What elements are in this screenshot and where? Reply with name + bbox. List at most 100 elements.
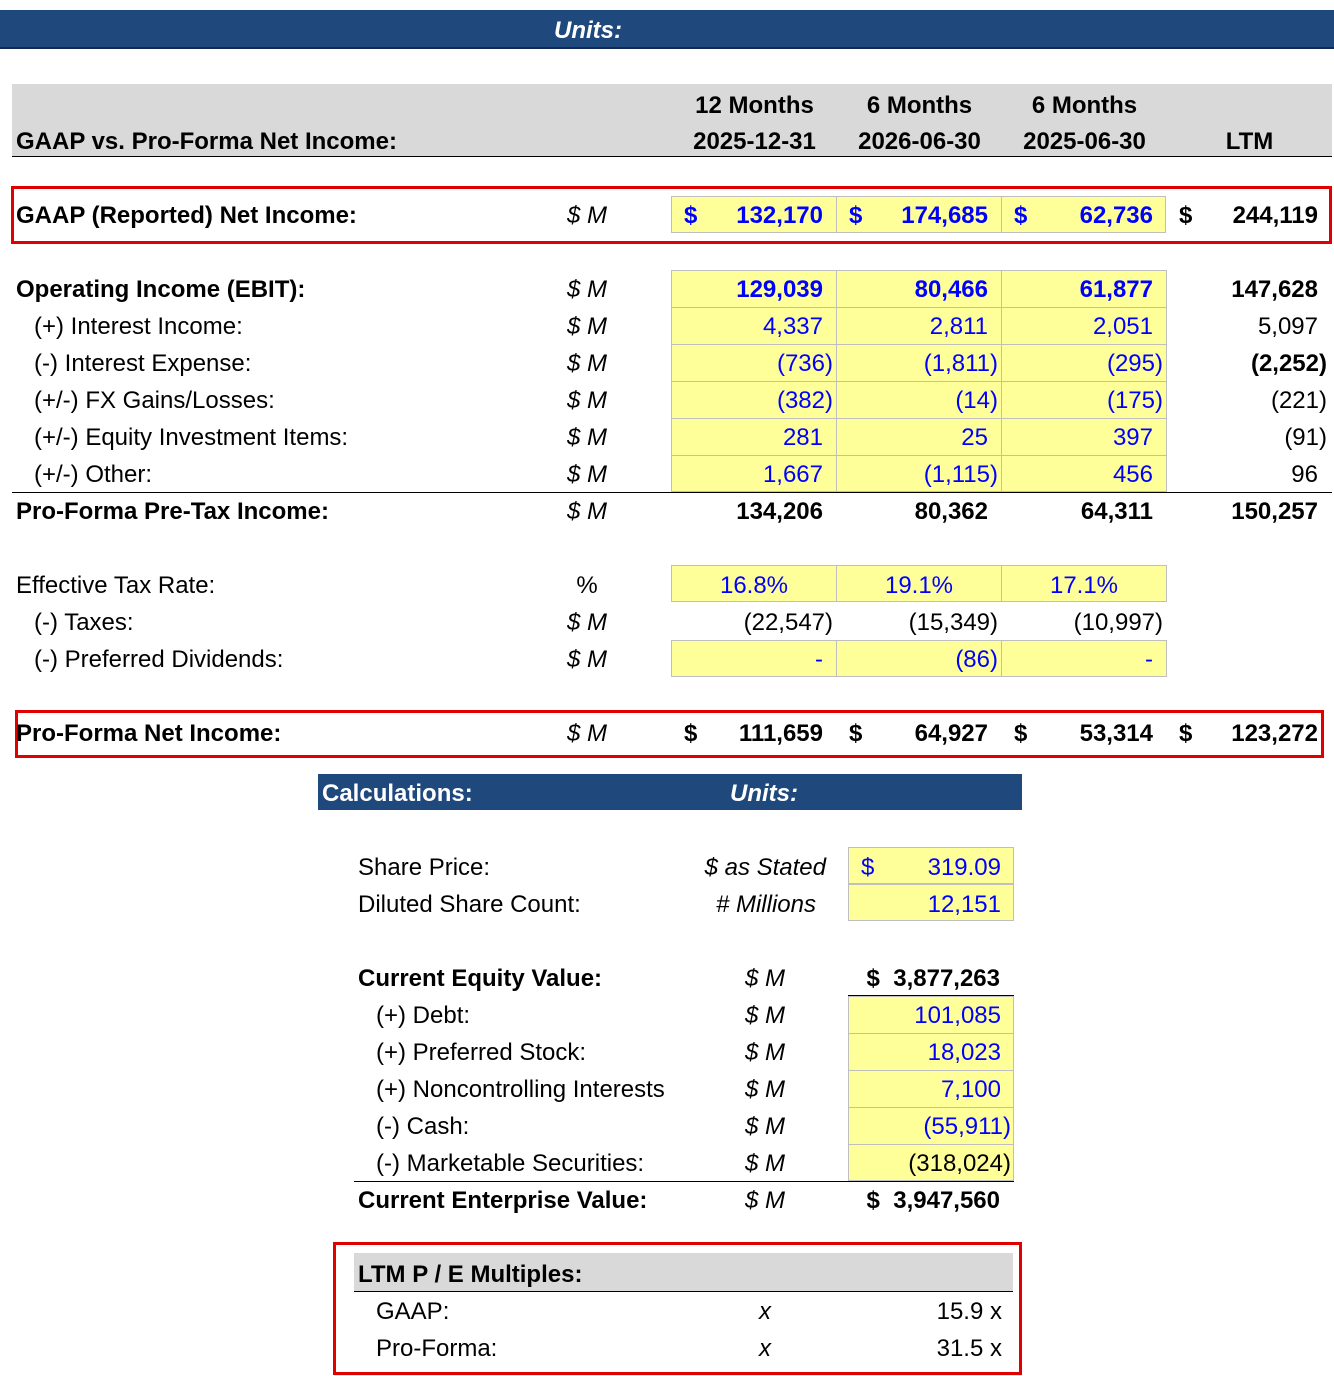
ebit-col2[interactable]: 80,466 <box>838 276 988 304</box>
equity-value-unit: $ M <box>744 965 785 992</box>
cell-divider <box>836 196 837 233</box>
interest-expense-col3[interactable]: (295) <box>1013 350 1163 378</box>
pref-div-label: (-) Preferred Dividends: <box>34 646 284 673</box>
top-banner-units-label: Units: <box>554 17 622 44</box>
gaap-ni-col1[interactable]: 132,170 <box>673 202 823 230</box>
proforma-ni-label: Pro-Forma Net Income: <box>16 720 282 747</box>
other-col1[interactable]: 1,667 <box>673 461 823 489</box>
preferred-stock-value[interactable]: 18,023 <box>846 1039 1001 1067</box>
share-count-value[interactable]: 12,151 <box>846 891 1001 919</box>
ebit-col3[interactable]: 61,877 <box>1003 276 1153 304</box>
preferred-stock-unit: $ M <box>744 1039 785 1066</box>
ebit-unit: $ M <box>566 276 607 303</box>
interest-expense-label: (-) Interest Expense: <box>34 350 252 377</box>
interest-income-col2[interactable]: 2,811 <box>838 313 988 341</box>
enterprise-value-unit: $ M <box>744 1187 785 1214</box>
ev-top-rule <box>354 1181 1014 1182</box>
pe-multiples-title: LTM P / E Multiples: <box>358 1261 583 1288</box>
tax-rate-col1[interactable]: 16.8% <box>671 572 837 600</box>
other-ltm: 96 <box>1291 461 1318 488</box>
cell-grid <box>671 418 1167 419</box>
nci-value[interactable]: 7,100 <box>846 1076 1001 1104</box>
cash-label: (-) Cash: <box>376 1113 470 1140</box>
nci-label: (+) Noncontrolling Interests <box>376 1076 665 1103</box>
share-count-label: Diluted Share Count: <box>358 891 581 918</box>
cell-grid <box>671 381 1167 382</box>
gaap-ni-col2[interactable]: 174,685 <box>838 202 988 230</box>
share-price-value[interactable]: 319.09 <box>846 854 1001 882</box>
equity-investment-col2[interactable]: 25 <box>838 424 988 452</box>
interest-expense-col2[interactable]: (1,811) <box>848 350 998 378</box>
tax-rate-col3[interactable]: 17.1% <box>1001 572 1167 600</box>
securities-unit: $ M <box>744 1150 785 1177</box>
cash-value[interactable]: (55,911) <box>856 1113 1011 1141</box>
pe-gaap-value: 15.9 x <box>936 1298 1002 1325</box>
nci-unit: $ M <box>744 1076 785 1103</box>
fx-unit: $ M <box>566 387 607 414</box>
pretax-ltm: 150,257 <box>1231 498 1318 525</box>
ebit-col1[interactable]: 129,039 <box>673 276 823 304</box>
col3-date: 2025-06-30 <box>1023 128 1146 155</box>
cell-grid <box>848 1033 1014 1034</box>
cell-grid <box>671 455 1167 456</box>
equity-value-label: Current Equity Value: <box>358 965 603 992</box>
interest-expense-col1[interactable]: (736) <box>683 350 833 378</box>
pretax-label: Pro-Forma Pre-Tax Income: <box>16 498 329 525</box>
fx-col2[interactable]: (14) <box>848 387 998 415</box>
table-title: GAAP vs. Pro-Forma Net Income: <box>16 128 397 155</box>
proforma-ni-ltm: 123,272 <box>1231 720 1318 747</box>
proforma-ni-col1: 111,659 <box>738 720 823 747</box>
securities-label: (-) Marketable Securities: <box>376 1150 645 1177</box>
other-col2[interactable]: (1,115) <box>848 461 998 489</box>
pretax-col2: 80,362 <box>914 498 988 525</box>
equity-investment-ltm: (91) <box>1284 424 1327 451</box>
gaap-ni-ltm: 244,119 <box>1232 202 1318 229</box>
col4-ltm: LTM <box>1225 128 1274 155</box>
pref-div-unit: $ M <box>566 646 607 673</box>
cell-grid <box>671 307 1167 308</box>
taxes-unit: $ M <box>566 609 607 636</box>
pretax-col3: 64,311 <box>1080 498 1153 525</box>
securities-value[interactable]: (318,024) <box>856 1150 1011 1178</box>
cell-grid <box>848 1070 1014 1071</box>
cell-grid <box>671 344 1167 345</box>
taxes-col2: (15,349) <box>908 609 998 636</box>
fx-col1[interactable]: (382) <box>683 387 833 415</box>
col1-date: 2025-12-31 <box>693 128 816 155</box>
pretax-col1: 134,206 <box>736 498 823 525</box>
proforma-ni-unit: $ M <box>566 720 607 747</box>
interest-income-col1[interactable]: 4,337 <box>673 313 823 341</box>
equity-value: $ 3,877,263 <box>866 965 1000 992</box>
ebit-ltm: 147,628 <box>1231 276 1318 303</box>
equity-investment-unit: $ M <box>566 424 607 451</box>
cash-unit: $ M <box>744 1113 785 1140</box>
enterprise-value-label: Current Enterprise Value: <box>358 1187 648 1214</box>
interest-income-col3[interactable]: 2,051 <box>1003 313 1153 341</box>
tax-rate-col2[interactable]: 19.1% <box>836 572 1002 600</box>
debt-value[interactable]: 101,085 <box>846 1002 1001 1030</box>
cell-grid <box>848 1107 1014 1108</box>
top-banner <box>0 10 1334 49</box>
other-col3[interactable]: 456 <box>1003 461 1153 489</box>
other-label: (+/-) Other: <box>34 461 153 488</box>
fx-col3[interactable]: (175) <box>1013 387 1163 415</box>
gaap-ni-col3[interactable]: 62,736 <box>1003 202 1153 230</box>
col3-period: 6 Months <box>1031 92 1138 119</box>
equity-investment-col3[interactable]: 397 <box>1003 424 1153 452</box>
pref-div-col2[interactable]: (86) <box>848 646 998 674</box>
pref-div-col1[interactable]: - <box>673 646 823 674</box>
pe-gaap-unit: x <box>759 1298 771 1325</box>
col2-date: 2026-06-30 <box>858 128 981 155</box>
fx-ltm: (221) <box>1270 387 1327 414</box>
pe-proforma-value: 31.5 x <box>936 1335 1002 1362</box>
proforma-ni-col3: 53,314 <box>1079 720 1153 747</box>
equity-investment-col1[interactable]: 281 <box>673 424 823 452</box>
interest-income-ltm: 5,097 <box>1257 313 1318 340</box>
pretax-unit: $ M <box>566 498 607 525</box>
pref-div-col3[interactable]: - <box>1003 646 1153 674</box>
equity-investment-label: (+/-) Equity Investment Items: <box>34 424 349 451</box>
interest-expense-ltm: (2,252) <box>1250 350 1327 377</box>
debt-label: (+) Debt: <box>376 1002 471 1029</box>
fx-label: (+/-) FX Gains/Losses: <box>34 387 275 414</box>
interest-income-label: (+) Interest Income: <box>34 313 243 340</box>
